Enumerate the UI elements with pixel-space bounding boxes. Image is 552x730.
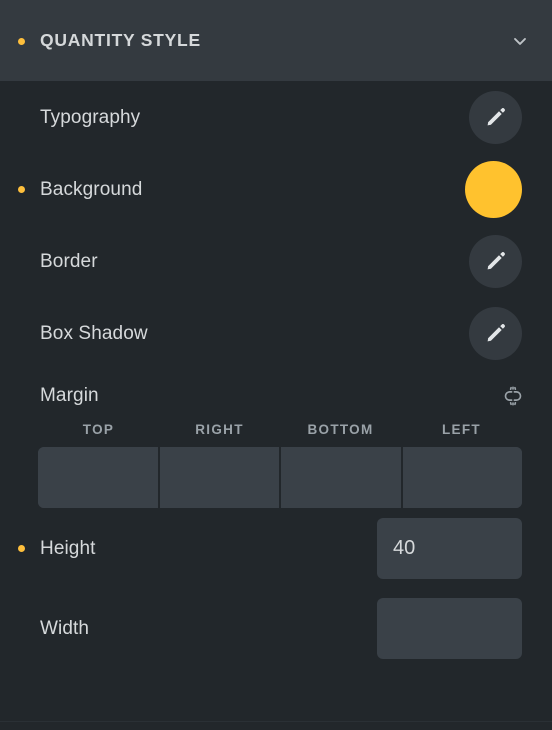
margin-header-left: LEFT	[442, 422, 481, 437]
margin-link-values-button[interactable]	[498, 381, 528, 411]
control-row-width: Width	[0, 588, 552, 668]
width-label-wrap: Width	[14, 619, 377, 638]
typography-label: Typography	[40, 106, 141, 128]
width-input[interactable]	[377, 597, 522, 659]
modified-indicator-dot	[18, 185, 25, 193]
margin-header-bottom: BOTTOM	[307, 422, 374, 437]
control-row-margin: Margin	[0, 369, 552, 422]
background-indicator-slot	[14, 185, 40, 193]
modified-indicator-dot	[18, 544, 25, 552]
box-shadow-edit-button[interactable]	[469, 306, 522, 360]
control-row-height: Height	[0, 508, 552, 588]
margin-left-input[interactable]	[402, 447, 522, 508]
margin-fields-block: TOP RIGHT BOTTOM LEFT	[0, 422, 552, 508]
panel-bottom-divider	[0, 721, 552, 722]
margin-input-group	[38, 447, 522, 508]
margin-bottom-input[interactable]	[281, 447, 403, 508]
margin-label: Margin	[40, 385, 99, 406]
typography-label-wrap: Typography	[14, 108, 469, 127]
chevron-down-icon[interactable]	[510, 31, 530, 51]
margin-label-wrap: Margin	[14, 386, 498, 405]
pencil-icon	[487, 108, 505, 126]
pencil-icon	[487, 252, 505, 270]
control-row-border: Border	[0, 225, 552, 297]
control-rows: Typography Background Border Box Shadow …	[0, 81, 552, 668]
section-header-quantity-style[interactable]: QUANTITY STYLE	[0, 0, 552, 81]
height-label-wrap: Height	[14, 539, 377, 558]
control-row-background: Background	[0, 153, 552, 225]
background-color-swatch[interactable]	[465, 160, 522, 218]
margin-column-headers: TOP RIGHT BOTTOM LEFT	[38, 422, 522, 447]
control-row-typography: Typography	[0, 81, 552, 153]
margin-header-right: RIGHT	[195, 422, 244, 437]
box-shadow-label-wrap: Box Shadow	[14, 324, 469, 343]
pencil-icon	[487, 324, 505, 342]
height-label: Height	[40, 537, 96, 559]
border-label-wrap: Border	[14, 252, 469, 271]
modified-indicator-dot	[18, 37, 25, 45]
margin-header-top: TOP	[82, 422, 115, 437]
typography-edit-button[interactable]	[469, 90, 522, 144]
section-header-title-wrap: QUANTITY STYLE	[14, 29, 510, 50]
section-title: QUANTITY STYLE	[40, 29, 201, 50]
background-label-wrap: Background	[14, 180, 465, 199]
control-row-box-shadow: Box Shadow	[0, 297, 552, 369]
border-edit-button[interactable]	[469, 234, 522, 288]
margin-right-input[interactable]	[159, 447, 281, 508]
margin-top-input[interactable]	[38, 447, 160, 508]
width-label: Width	[40, 617, 90, 639]
border-label: Border	[40, 250, 98, 272]
background-label: Background	[40, 178, 143, 200]
quantity-style-panel: QUANTITY STYLE Typography Background Bor…	[0, 0, 552, 730]
box-shadow-label: Box Shadow	[40, 322, 148, 344]
height-input[interactable]	[377, 517, 522, 579]
height-indicator-slot	[14, 544, 40, 552]
unlink-icon	[504, 386, 522, 405]
